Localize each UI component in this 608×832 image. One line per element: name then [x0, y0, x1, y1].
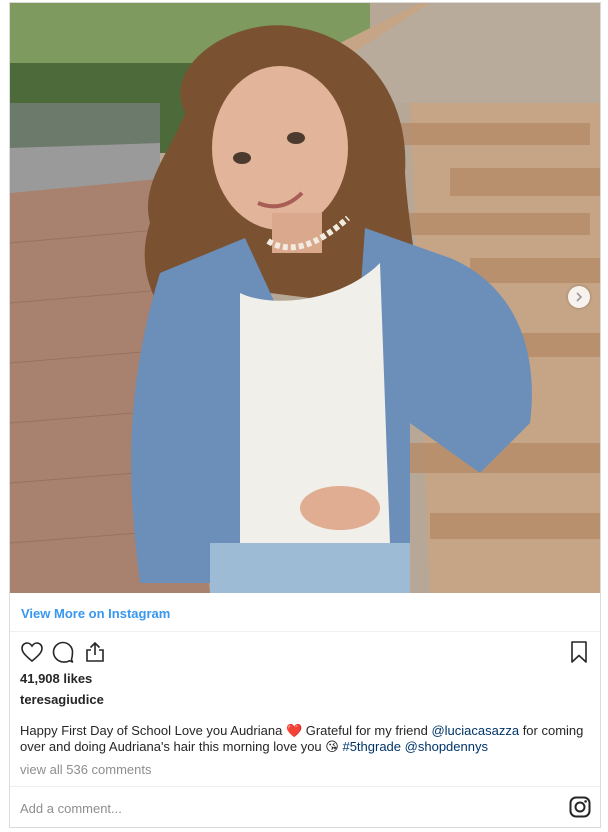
post-caption: Happy First Day of School Love you Audri…: [20, 723, 590, 755]
mention-luciacasazza[interactable]: @luciacasazza: [431, 723, 519, 738]
chevron-right-icon: [576, 292, 583, 302]
photo-illustration: [10, 3, 600, 593]
post-photo[interactable]: [10, 3, 600, 593]
next-photo-button[interactable]: [568, 286, 590, 308]
caption-text-1: Happy First Day of School Love you Audri…: [20, 723, 286, 738]
heart-icon[interactable]: [20, 640, 44, 664]
mention-shopdennys[interactable]: @shopdennys: [405, 739, 488, 754]
likes-count[interactable]: 41,908 likes: [20, 671, 92, 686]
add-comment-input[interactable]: Add a comment...: [20, 801, 122, 816]
username[interactable]: teresagiudice: [20, 692, 104, 707]
view-more-bar: View More on Instagram: [10, 593, 600, 632]
instagram-icon[interactable]: [569, 796, 591, 818]
view-more-link[interactable]: View More on Instagram: [21, 606, 170, 621]
share-icon[interactable]: [83, 640, 107, 664]
bookmark-icon[interactable]: [567, 640, 591, 664]
instagram-embed-card: View More on Instagram 41,908 likes tere…: [9, 2, 601, 828]
caption-text-2: Grateful for my friend: [302, 723, 432, 738]
view-all-comments-link[interactable]: view all 536 comments: [20, 762, 152, 777]
heart-emoji: ❤️: [285, 723, 303, 738]
kiss-emoji: 😘: [325, 739, 339, 754]
add-comment-bar: Add a comment...: [10, 786, 600, 827]
comment-icon[interactable]: [51, 640, 75, 664]
hashtag-5thgrade[interactable]: #5thgrade: [342, 739, 401, 754]
